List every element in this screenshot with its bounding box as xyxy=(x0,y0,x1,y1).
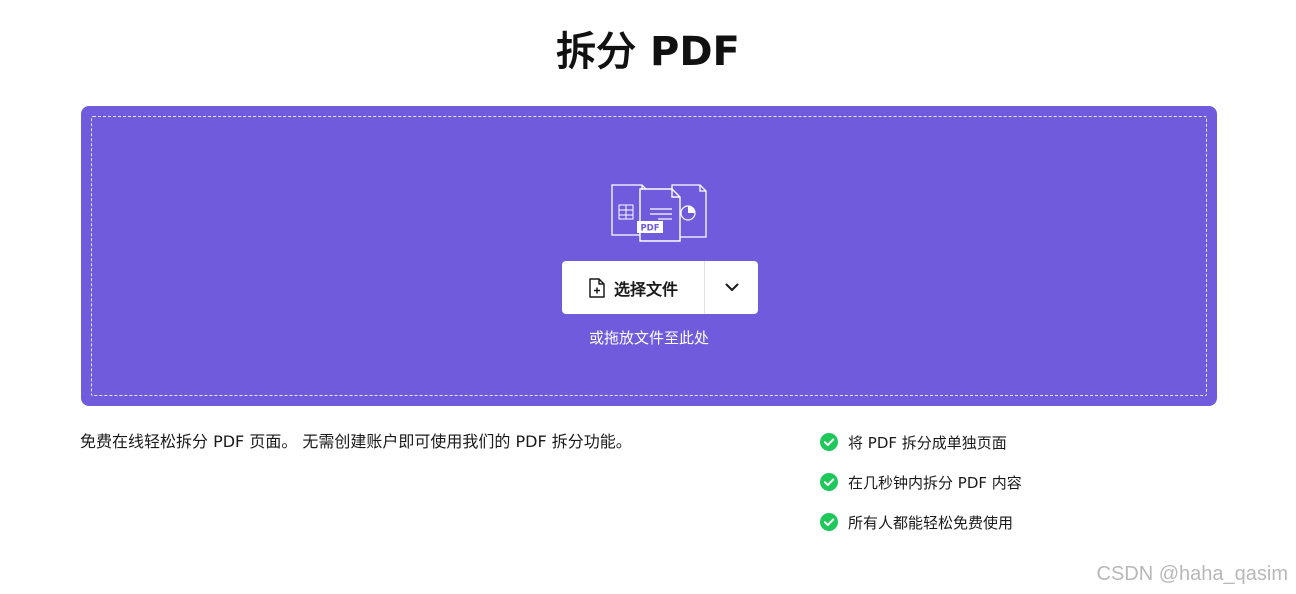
tool-description: 免费在线轻松拆分 PDF 页面。 无需创建账户即可使用我们的 PDF 拆分功能。 xyxy=(80,432,632,451)
select-file-control: 选择文件 xyxy=(562,261,758,314)
page-title: 拆分 PDF xyxy=(556,29,740,75)
feature-label: 将 PDF 拆分成单独页面 xyxy=(848,433,1007,452)
check-circle-icon xyxy=(820,513,838,531)
drop-hint: 或拖放文件至此处 xyxy=(588,329,709,347)
feature-label: 所有人都能轻松免费使用 xyxy=(848,513,1014,532)
page: 拆分 PDF PDF 选择文件 或拖放文件至此处 免费在线轻松拆分 PDF 页面… xyxy=(0,0,1296,594)
watermark: CSDN @haha_qasim xyxy=(1096,563,1289,585)
add-file-icon xyxy=(589,277,605,298)
feature-item: 所有人都能轻松免费使用 xyxy=(820,510,1022,534)
file-dropzone[interactable]: PDF 选择文件 或拖放文件至此处 xyxy=(81,106,1217,406)
feature-list: 将 PDF 拆分成单独页面 在几秒钟内拆分 PDF 内容 所有人都能轻松免费使用 xyxy=(820,430,1022,550)
feature-item: 将 PDF 拆分成单独页面 xyxy=(820,430,1022,454)
pdf-badge-text: PDF xyxy=(640,224,659,234)
feature-item: 在几秒钟内拆分 PDF 内容 xyxy=(820,470,1022,494)
dropzone-dashed-border: PDF 选择文件 或拖放文件至此处 xyxy=(91,116,1207,396)
files-illustration-icon: PDF xyxy=(611,184,707,242)
chevron-down-icon xyxy=(725,283,738,291)
select-file-button[interactable]: 选择文件 xyxy=(562,261,705,314)
upload-source-dropdown-button[interactable] xyxy=(705,261,758,314)
select-file-label: 选择文件 xyxy=(613,279,678,299)
feature-label: 在几秒钟内拆分 PDF 内容 xyxy=(848,473,1022,492)
check-circle-icon xyxy=(820,473,838,491)
check-circle-icon xyxy=(820,433,838,451)
